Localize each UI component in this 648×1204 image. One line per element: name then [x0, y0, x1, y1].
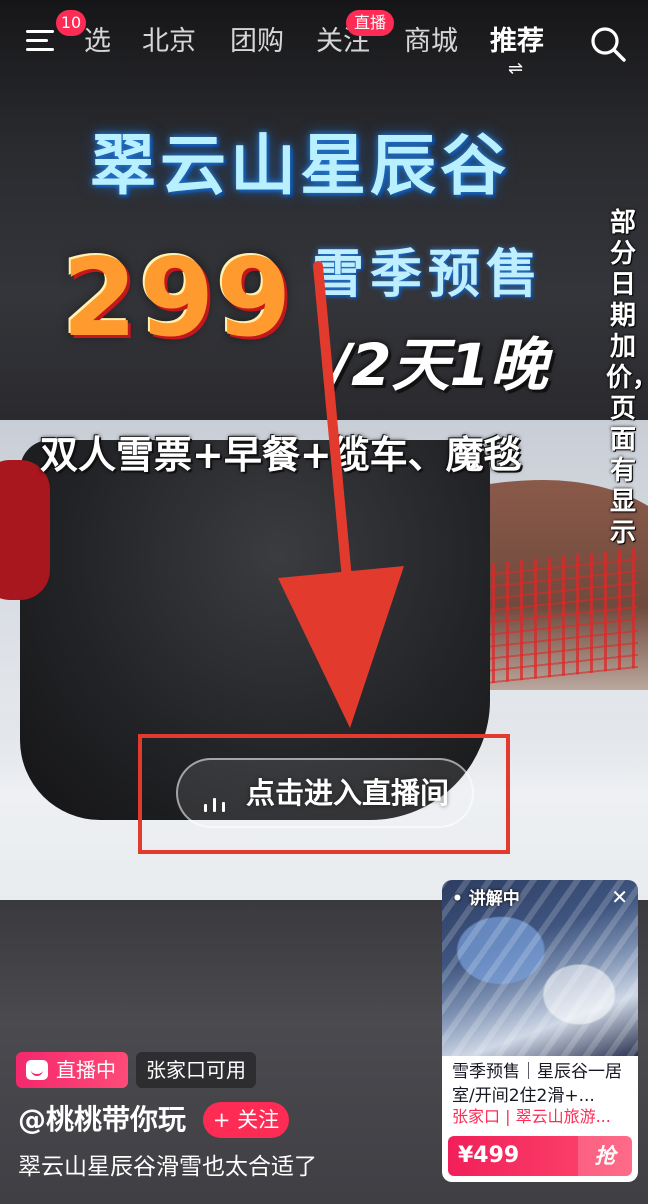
- swap-icon: ⇌: [508, 58, 524, 79]
- product-title[interactable]: 雪季预售｜星辰谷一居室/开间2住2滑+...: [452, 1060, 630, 1108]
- product-price: ¥499: [458, 1143, 520, 1168]
- product-meta: 张家口 | 翠云山旅游...: [452, 1107, 611, 1126]
- grab-button[interactable]: 抢: [578, 1136, 632, 1176]
- nav-tab-recommend[interactable]: 推荐: [490, 22, 544, 62]
- product-card[interactable]: • 讲解中 ✕ 雪季预售｜星辰谷一居室/开间2住2滑+... ¥499 抢: [442, 880, 638, 1182]
- location-tag[interactable]: 张家口可用: [136, 1052, 256, 1088]
- explaining-badge: • 讲解中: [452, 889, 520, 909]
- top-nav: 10 选 北京 团购 关注 直播 商城 推荐 ⇌: [0, 0, 648, 84]
- nav-tab-beijing[interactable]: 北京: [142, 22, 196, 62]
- live-badge: 直播: [346, 10, 395, 36]
- close-icon[interactable]: ✕: [611, 886, 628, 908]
- search-icon[interactable]: [588, 24, 628, 64]
- author-username[interactable]: @桃桃带你玩: [18, 1100, 186, 1140]
- live-face-icon: [26, 1060, 48, 1080]
- live-status-label: 直播中: [56, 1058, 116, 1082]
- person-red-jacket: [0, 460, 50, 600]
- video-headline-title: 翠云山星辰谷: [90, 127, 510, 204]
- follow-button[interactable]: + 关注: [203, 1102, 289, 1138]
- video-caption[interactable]: 翠云山星辰谷滑雪也太合适了: [18, 1150, 317, 1184]
- red-arrow-annotation: [278, 261, 404, 728]
- red-highlight-box: [138, 734, 510, 854]
- menu-icon[interactable]: [26, 28, 54, 54]
- video-headline-price: 299: [62, 236, 294, 361]
- nav-tab-mall[interactable]: 商城: [404, 22, 458, 62]
- notification-count-badge: 10: [56, 10, 86, 36]
- live-status-tag[interactable]: 直播中: [16, 1052, 128, 1088]
- buy-button[interactable]: ¥499 抢: [448, 1136, 632, 1176]
- video-price-notice: 部分日期加价，页面有显示: [606, 208, 648, 548]
- nav-tab-group-buy[interactable]: 团购: [230, 22, 284, 62]
- nav-tab-selected[interactable]: 选: [84, 22, 111, 62]
